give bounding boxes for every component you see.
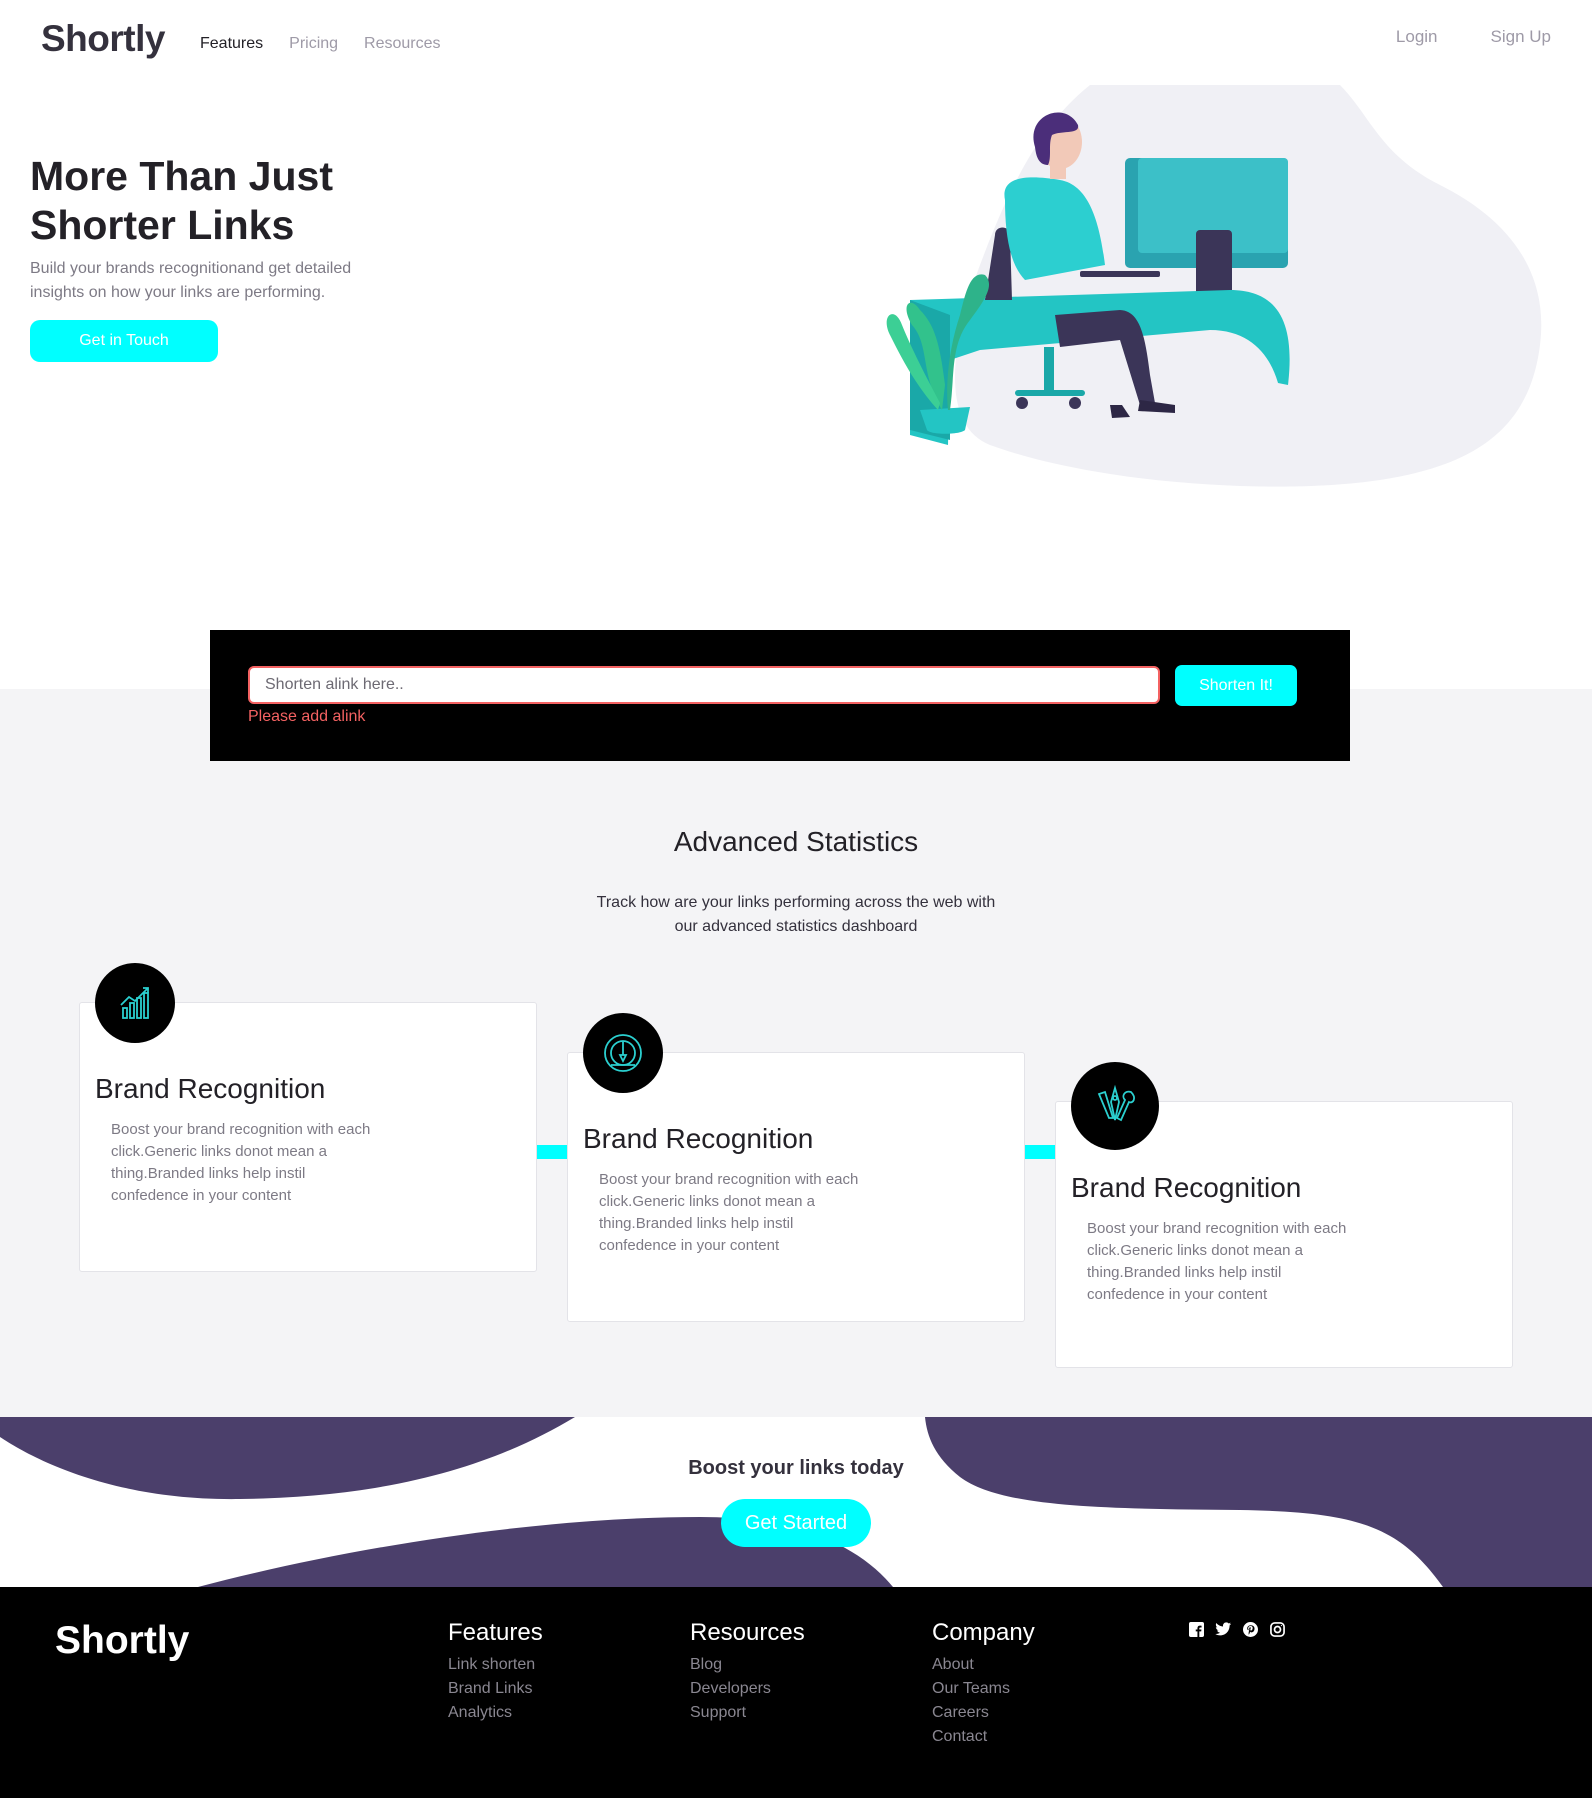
top-navigation: Shortly Features Pricing Resources Login… — [0, 0, 1592, 86]
shorten-panel: Please add alink Shorten It! — [210, 630, 1350, 761]
footer-link[interactable]: Careers — [932, 1701, 1035, 1725]
auth-links: Login Sign Up — [1396, 27, 1551, 47]
boost-banner: Boost your links today Get Started — [0, 1417, 1592, 1587]
get-started-button[interactable]: Get Started — [721, 1499, 871, 1547]
footer-link[interactable]: About — [932, 1653, 1035, 1677]
gauge-icon — [583, 1013, 663, 1093]
footer-link[interactable]: Brand Links — [448, 1677, 543, 1701]
footer: Shortly Features Link shorten Brand Link… — [0, 1587, 1592, 1798]
get-in-touch-button[interactable]: Get in Touch — [30, 320, 218, 362]
nav-links: Features Pricing Resources — [200, 35, 441, 53]
signup-link[interactable]: Sign Up — [1491, 27, 1551, 47]
boost-heading: Boost your links today — [688, 1457, 904, 1479]
shorten-error-message: Please add alink — [248, 708, 366, 725]
footer-column-features: Features Link shorten Brand Links Analyt… — [448, 1619, 543, 1725]
card-connector — [536, 1145, 568, 1159]
footer-link[interactable]: Blog — [690, 1653, 805, 1677]
facebook-icon[interactable] — [1188, 1621, 1204, 1637]
pinterest-icon[interactable] — [1242, 1621, 1258, 1637]
footer-link[interactable]: Contact — [932, 1725, 1035, 1749]
footer-column-title: Company — [932, 1619, 1035, 1646]
brand-logo[interactable]: Shortly — [41, 18, 165, 60]
hero-heading: More Than Just Shorter Links — [30, 152, 430, 250]
hero-subtitle: Build your brands recognitionand get det… — [30, 260, 352, 301]
footer-logo[interactable]: Shortly — [55, 1619, 189, 1663]
footer-column-resources: Resources Blog Developers Support — [690, 1619, 805, 1725]
card-description: Boost your brand recognition with each c… — [111, 1121, 371, 1204]
nav-link-features[interactable]: Features — [200, 35, 263, 53]
statistics-subtitle: Track how are your links performing acro… — [596, 894, 996, 935]
nav-link-pricing[interactable]: Pricing — [289, 35, 338, 53]
statistics-heading: Advanced Statistics — [673, 826, 919, 857]
card-description: Boost your brand recognition with each c… — [1087, 1220, 1347, 1303]
instagram-icon[interactable] — [1269, 1621, 1285, 1637]
tools-icon — [1071, 1062, 1159, 1150]
card-title: Brand Recognition — [1071, 1172, 1302, 1203]
footer-link[interactable]: Analytics — [448, 1701, 543, 1725]
login-link[interactable]: Login — [1396, 27, 1438, 47]
feature-card: Brand Recognition Boost your brand recog… — [1055, 1062, 1513, 1368]
feature-card: Brand Recognition Boost your brand recog… — [79, 963, 537, 1272]
nav-link-resources[interactable]: Resources — [364, 35, 440, 53]
shorten-url-input[interactable] — [248, 666, 1160, 704]
card-connector — [1025, 1145, 1057, 1159]
chart-icon — [95, 963, 175, 1043]
hero-heading-line1: More Than Just — [30, 153, 333, 199]
footer-column-title: Features — [448, 1619, 543, 1646]
footer-link[interactable]: Support — [690, 1701, 805, 1725]
feature-card: Brand Recognition Boost your brand recog… — [567, 1013, 1025, 1322]
footer-link[interactable]: Developers — [690, 1677, 805, 1701]
shorten-it-button[interactable]: Shorten It! — [1175, 665, 1297, 706]
footer-column-title: Resources — [690, 1619, 805, 1646]
twitter-icon[interactable] — [1215, 1621, 1231, 1637]
social-links — [1188, 1621, 1285, 1637]
hero-heading-line2: Shorter Links — [30, 202, 295, 248]
footer-column-company: Company About Our Teams Careers Contact — [932, 1619, 1035, 1749]
hero-illustration — [886, 85, 1542, 487]
card-description: Boost your brand recognition with each c… — [599, 1171, 859, 1254]
footer-link[interactable]: Our Teams — [932, 1677, 1035, 1701]
card-title: Brand Recognition — [583, 1123, 814, 1154]
footer-link[interactable]: Link shorten — [448, 1653, 543, 1677]
card-title: Brand Recognition — [95, 1073, 326, 1104]
